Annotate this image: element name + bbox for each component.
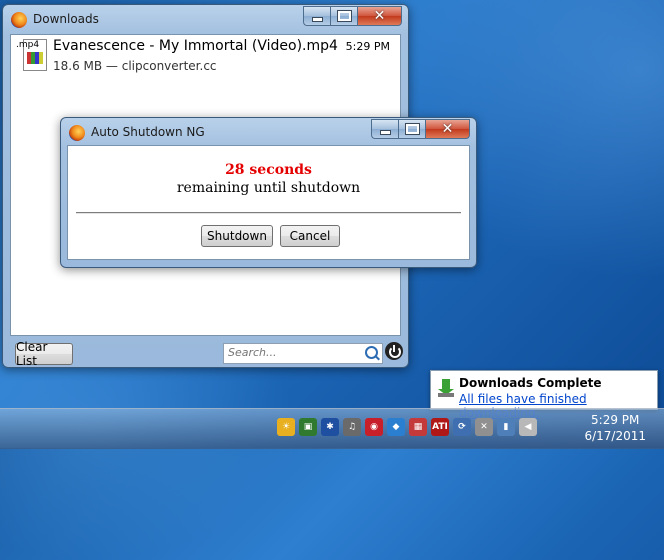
download-item[interactable]: .mp4 Evanescence - My Immortal (Video).m…: [11, 35, 400, 77]
shutdown-title: Auto Shutdown NG: [91, 125, 205, 139]
gift-icon[interactable]: ▦: [409, 418, 427, 436]
video-file-icon: .mp4: [16, 39, 47, 71]
power-icon[interactable]: [385, 342, 403, 360]
system-tray: ☀ ▣ ✱ ♫ ◉ ◆ ▦ ATI ⟳ ✕ ▮ ◀: [277, 418, 537, 436]
opera-icon[interactable]: ◉: [365, 418, 383, 436]
close-icon: ✕: [373, 8, 386, 24]
download-complete-icon: [438, 379, 454, 397]
ati-icon[interactable]: ATI: [431, 418, 449, 436]
sync-icon[interactable]: ⟳: [453, 418, 471, 436]
firefox-icon: [69, 125, 85, 141]
network-error-icon[interactable]: ✕: [475, 418, 493, 436]
close-button[interactable]: ✕: [425, 119, 470, 139]
minimize-icon: [379, 130, 391, 135]
close-button[interactable]: ✕: [357, 6, 402, 26]
downloads-title: Downloads: [33, 12, 99, 26]
search-icon[interactable]: [365, 346, 378, 359]
close-icon: ✕: [441, 121, 454, 137]
weather-icon[interactable]: ☀: [277, 418, 295, 436]
download-meta: 18.6 MB — clipconverter.cc: [53, 59, 217, 73]
notification-title: Downloads Complete: [459, 376, 602, 390]
minimize-icon: [311, 17, 323, 22]
signal-icon[interactable]: ▮: [497, 418, 515, 436]
maximize-button[interactable]: [398, 119, 425, 139]
shutdown-dialog: Auto Shutdown NG ✕ 28 seconds remaining …: [60, 117, 477, 268]
dropbox-icon[interactable]: ◆: [387, 418, 405, 436]
clock-time: 5:29 PM: [591, 413, 640, 427]
countdown-message: remaining until shutdown: [176, 180, 361, 196]
downloads-titlebar[interactable]: Downloads ✕: [3, 5, 408, 33]
bluetooth-icon[interactable]: ✱: [321, 418, 339, 436]
media-icon[interactable]: ♫: [343, 418, 361, 436]
countdown-text: 28 seconds: [225, 162, 312, 178]
download-time: 5:29 PM: [345, 40, 390, 53]
file-extension: .mp4: [16, 40, 40, 50]
clear-list-button[interactable]: Clear List: [15, 340, 73, 368]
maximize-icon: [404, 123, 420, 135]
taskbar: ☀ ▣ ✱ ♫ ◉ ◆ ▦ ATI ⟳ ✕ ▮ ◀ 5:29 PM 6/17/2011: [0, 408, 664, 449]
shutdown-button[interactable]: Shutdown: [201, 225, 273, 247]
shutdown-titlebar[interactable]: Auto Shutdown NG ✕: [61, 118, 476, 146]
clock[interactable]: 5:29 PM 6/17/2011: [584, 412, 646, 444]
clock-date: 6/17/2011: [584, 429, 646, 443]
downloads-complete-notification[interactable]: Downloads Complete All files have finish…: [430, 370, 658, 420]
cancel-button[interactable]: Cancel: [280, 225, 340, 247]
nvidia-icon[interactable]: ▣: [299, 418, 317, 436]
maximize-button[interactable]: [330, 6, 357, 26]
maximize-icon: [336, 10, 352, 22]
shutdown-content: 28 seconds remaining until shutdown Shut…: [67, 145, 470, 260]
download-name: Evanescence - My Immortal (Video).mp4: [53, 38, 338, 54]
firefox-icon: [11, 12, 27, 28]
divider: [76, 212, 461, 214]
search-box[interactable]: [223, 343, 383, 364]
minimize-button[interactable]: [303, 6, 330, 26]
volume-icon[interactable]: ◀: [519, 418, 537, 436]
minimize-button[interactable]: [371, 119, 398, 139]
search-input[interactable]: [224, 344, 362, 361]
